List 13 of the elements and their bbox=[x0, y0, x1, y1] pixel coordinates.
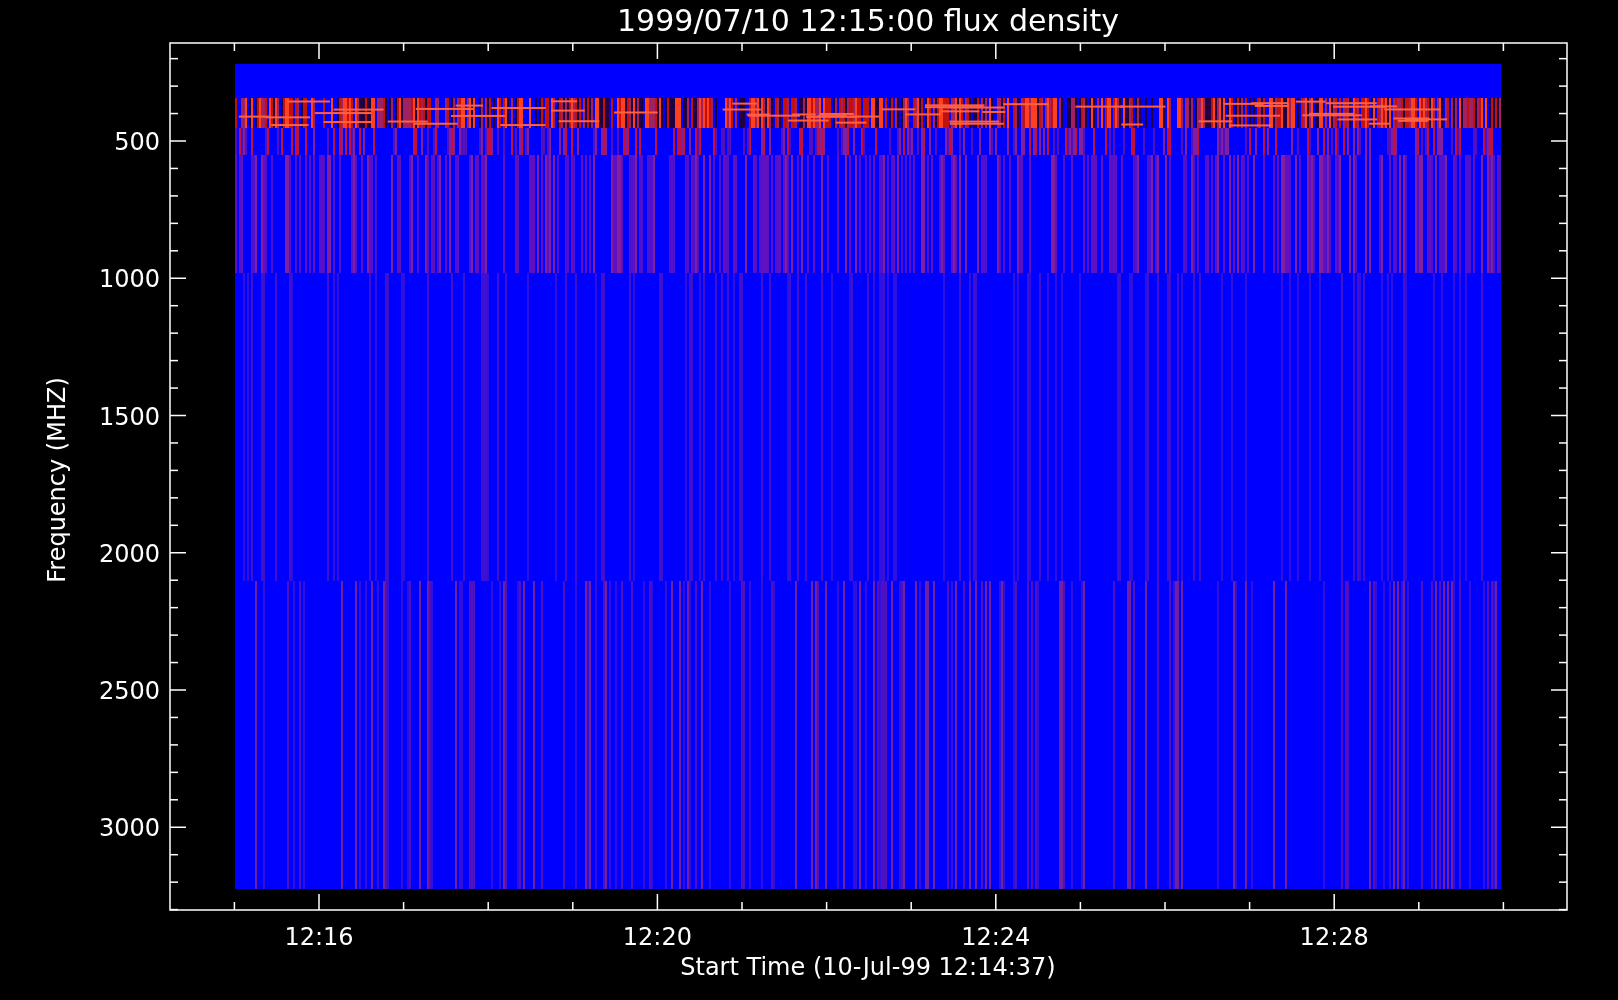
tick-label: 12:16 bbox=[284, 923, 354, 951]
tick-label: 12:20 bbox=[622, 923, 692, 951]
tick-label: 12:28 bbox=[1299, 923, 1369, 951]
tick-label: 2000 bbox=[98, 539, 160, 568]
tick-label: 500 bbox=[114, 128, 160, 156]
tick-label: 1500 bbox=[98, 402, 160, 431]
axis-label: Frequency (MHZ) bbox=[43, 377, 71, 583]
axis-label: Start Time (10-Jul-99 12:14:37) bbox=[680, 953, 1056, 981]
tick-label: 2500 bbox=[98, 677, 160, 705]
tick-label: 1000 bbox=[98, 265, 160, 294]
tick-label: 12:24 bbox=[961, 923, 1031, 951]
plot-title: 1999/07/10 12:15:00 flux density bbox=[617, 3, 1119, 38]
tick-label: 3000 bbox=[98, 814, 160, 843]
